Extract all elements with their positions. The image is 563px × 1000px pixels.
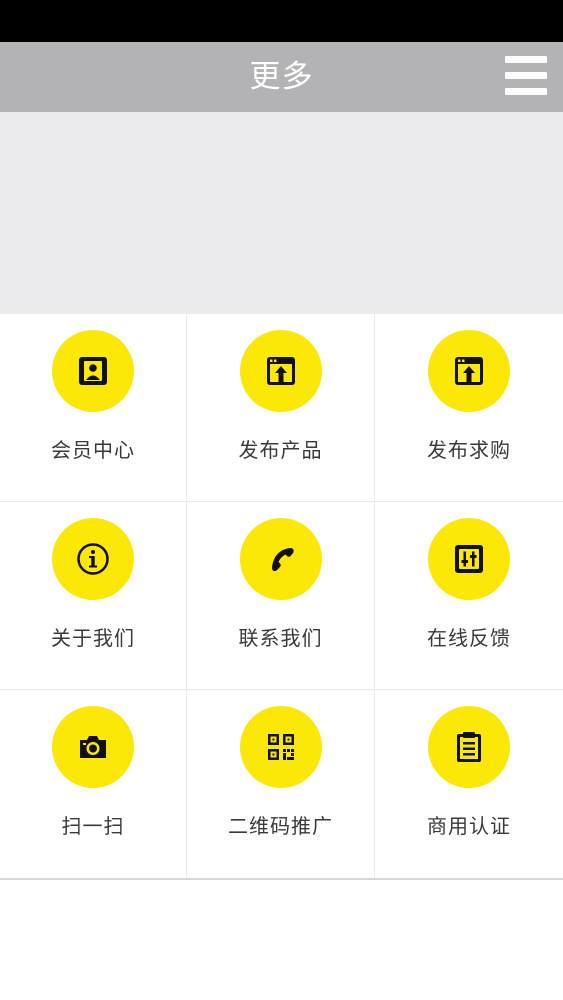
hamburger-menu-icon <box>505 56 547 63</box>
grid-item-label: 会员中心 <box>51 438 135 462</box>
grid-item-publish-purchase[interactable]: 发布求购 <box>375 314 563 502</box>
camera-icon <box>52 706 134 788</box>
grid-item-label: 二维码推广 <box>228 814 333 838</box>
feature-grid: 会员中心 发布产品 发布求购 关于我们 联系我们 在线反馈 扫一扫 二维码推广 … <box>0 314 563 880</box>
feedback-icon <box>428 518 510 600</box>
member-center-icon <box>52 330 134 412</box>
phone-icon <box>239 518 322 600</box>
publish-product-icon <box>239 330 322 412</box>
grid-item-about-us[interactable]: 关于我们 <box>0 502 187 690</box>
grid-item-business-certification[interactable]: 商用认证 <box>375 690 563 878</box>
qr-code-icon <box>239 706 322 788</box>
info-icon <box>52 518 134 600</box>
grid-item-label: 扫一扫 <box>61 814 125 838</box>
clipboard-icon <box>428 706 510 788</box>
grid-item-qr-promotion[interactable]: 二维码推广 <box>187 690 375 878</box>
grid-item-label: 发布产品 <box>238 438 323 462</box>
status-bar <box>0 0 563 42</box>
nav-bar: 更多 <box>0 42 563 112</box>
publish-purchase-icon <box>428 330 510 412</box>
grid-item-label: 在线反馈 <box>427 626 511 650</box>
page-title: 更多 <box>249 59 314 95</box>
grid-item-contact-us[interactable]: 联系我们 <box>187 502 375 690</box>
grid-item-label: 关于我们 <box>51 626 135 650</box>
menu-button[interactable] <box>505 56 547 96</box>
banner <box>0 112 563 314</box>
grid-item-online-feedback[interactable]: 在线反馈 <box>375 502 563 690</box>
grid-item-scan[interactable]: 扫一扫 <box>0 690 187 878</box>
hamburger-line <box>505 88 547 95</box>
grid-item-label: 发布求购 <box>427 438 511 462</box>
grid-item-publish-product[interactable]: 发布产品 <box>187 314 375 502</box>
grid-item-label: 商用认证 <box>427 814 511 838</box>
grid-item-member-center[interactable]: 会员中心 <box>0 314 187 502</box>
grid-item-label: 联系我们 <box>238 626 323 650</box>
hamburger-line <box>505 72 547 79</box>
